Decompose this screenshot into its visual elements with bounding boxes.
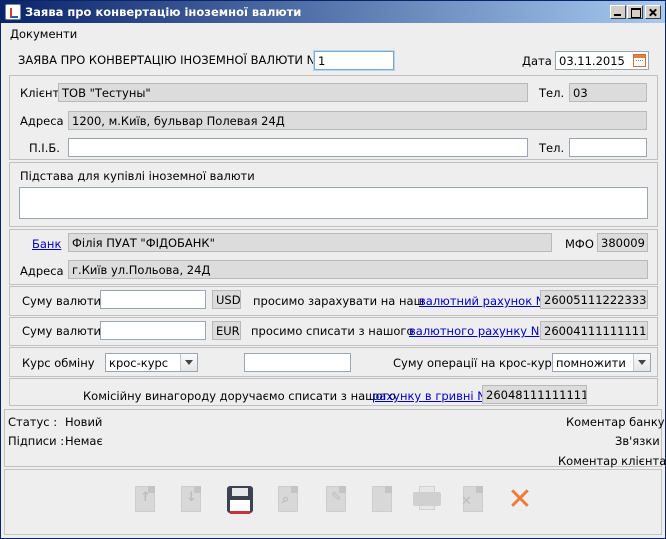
operation-select[interactable]: помножити: [552, 353, 651, 372]
phone2-input[interactable]: [569, 138, 647, 157]
credit-account-field: 26005111222333: [540, 290, 648, 309]
debit-text: просимо списати з нашого: [251, 324, 414, 338]
debit-currency-field: EUR: [212, 321, 241, 340]
client-address-field: 1200, м.Київ, бульвар Полевая 24Д: [68, 111, 647, 130]
minimize-button[interactable]: [610, 5, 626, 19]
credit-sum-input[interactable]: [100, 290, 206, 309]
rate-label: Курс обміну: [22, 356, 95, 370]
close-window-button[interactable]: [645, 5, 661, 19]
document-number-input[interactable]: 1: [314, 51, 394, 70]
signatures-label: Підписи :: [8, 434, 65, 448]
client-comment-link[interactable]: Коментар клієнта: [558, 454, 666, 468]
operation-label: Суму операції на крос-курс: [393, 356, 559, 370]
document-edit-icon[interactable]: ✎: [321, 484, 351, 518]
debit-account-field: 26004111111111: [540, 321, 648, 340]
mfo-field: 380009: [597, 233, 648, 252]
title-bar: Заява про конвертацію іноземної валюти: [1, 1, 665, 23]
calendar-icon[interactable]: [633, 54, 646, 67]
client-field: ТОВ "Тестуны": [58, 83, 528, 102]
credit-account-link[interactable]: валютний рахунок N: [419, 294, 544, 308]
signatures-value: Немає: [65, 434, 103, 448]
credit-text: просимо зарахувати на наш: [253, 294, 425, 308]
rate-type-select[interactable]: крос-курс: [105, 353, 198, 372]
app-icon: [5, 4, 21, 20]
commission-account-field: 26048111111111: [482, 385, 587, 404]
maximize-button[interactable]: [627, 5, 643, 19]
menu-documents[interactable]: Документи: [10, 27, 77, 41]
date-input[interactable]: 03.11.2015: [555, 51, 649, 70]
debit-sum-label: Суму валюти: [22, 324, 102, 338]
name-input[interactable]: [68, 138, 528, 157]
rate-type-value: крос-курс: [109, 356, 169, 370]
operation-value: помножити: [556, 356, 626, 370]
close-icon[interactable]: ✕: [505, 484, 535, 518]
date-value: 03.11.2015: [559, 54, 625, 68]
window-title: Заява про конвертацію іноземної валюти: [25, 5, 302, 19]
chevron-down-icon[interactable]: [180, 354, 197, 371]
phone2-label: Тел.: [539, 141, 565, 155]
document-down-icon[interactable]: ↓: [176, 484, 206, 518]
commission-text: Комісійну винагороду доручаємо списати з…: [83, 389, 396, 403]
name-label: П.І.Б.: [29, 141, 60, 155]
phone-field: 03: [569, 83, 647, 102]
document-icon[interactable]: [367, 484, 397, 518]
bank-comment-link[interactable]: Коментар банку: [566, 415, 665, 429]
debit-sum-input[interactable]: [100, 321, 206, 340]
basis-label: Підстава для купівлі іноземної валюти: [20, 169, 255, 183]
credit-currency-field: USD: [212, 290, 241, 309]
links-link[interactable]: Зв'язки: [615, 434, 660, 448]
bank-field: Філія ПУАТ "ФІДОБАНК": [68, 233, 552, 252]
menu-bar: Документи: [1, 23, 665, 43]
document-search-icon[interactable]: ⌕: [273, 484, 303, 518]
date-label: Дата: [522, 54, 552, 68]
bank-link[interactable]: Банк: [32, 237, 61, 251]
chevron-down-icon[interactable]: [633, 354, 650, 371]
credit-sum-label: Суму валюти: [22, 294, 102, 308]
save-icon[interactable]: [225, 484, 255, 518]
basis-input[interactable]: [19, 187, 648, 219]
form-title: ЗАЯВА ПРО КОНВЕРТАЦІЮ ІНОЗЕМНОЇ ВАЛЮТИ N: [18, 53, 316, 67]
debit-account-link[interactable]: валютного рахунку N: [409, 324, 539, 338]
client-label: Клієнт: [20, 86, 60, 100]
status-label: Статус :: [8, 415, 58, 429]
bank-address-field: г.Київ ул.Польова, 24Д: [68, 260, 648, 279]
status-value: Новий: [65, 415, 103, 429]
rate-input[interactable]: [244, 353, 351, 372]
commission-account-link[interactable]: рахунку в гривні N: [372, 389, 486, 403]
client-address-label: Адреса: [20, 114, 64, 128]
mfo-label: МФО: [565, 237, 594, 251]
window: Заява про конвертацію іноземної валюти Д…: [0, 0, 666, 539]
toolbar: ↑ ↓ ⌕ ✎ ✕ ✕: [4, 469, 662, 535]
printer-icon[interactable]: [412, 484, 442, 518]
document-up-icon[interactable]: ↑: [130, 484, 160, 518]
document-delete-icon[interactable]: ✕: [458, 484, 488, 518]
phone-label: Тел.: [539, 86, 565, 100]
bank-address-label: Адреса: [20, 264, 64, 278]
